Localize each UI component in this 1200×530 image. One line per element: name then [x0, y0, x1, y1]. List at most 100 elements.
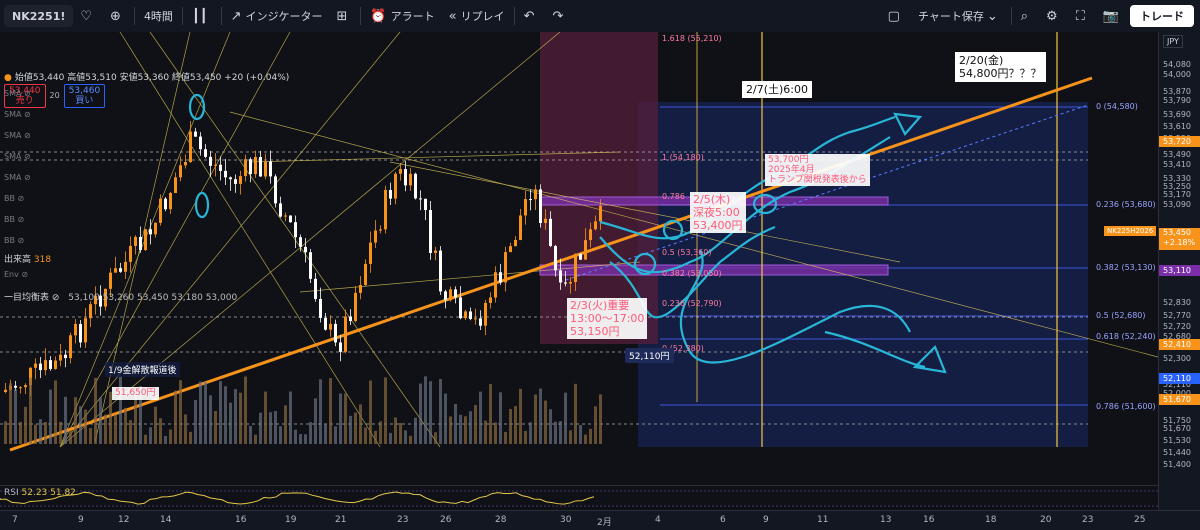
annotation-feb20[interactable]: 2/20(金) 54,800円？？？ — [955, 52, 1046, 82]
fullscreen-button[interactable]: ⛶ — [1069, 0, 1096, 32]
trade-button[interactable]: トレード — [1130, 5, 1194, 27]
redo-icon: ↷ — [552, 8, 564, 24]
candle-body — [394, 173, 397, 199]
bb-indicator-2[interactable]: BB ⊘ — [4, 215, 24, 224]
time-axis-label: 26 — [440, 515, 452, 525]
volume-bar — [104, 414, 107, 444]
fib-right-0382-label: 0.382 (53,130) — [1096, 263, 1156, 272]
volume-bar — [599, 394, 602, 444]
candle-body — [419, 198, 422, 200]
price-axis-label: 51,400 — [1163, 460, 1191, 469]
save-chart-button[interactable]: チャート保存 ⌄ — [911, 0, 1009, 32]
search-icon: ⌕ — [1020, 8, 1029, 24]
price-axis[interactable]: JPY 54,080 54,000 53,870 53,790 53,690 53,610… — [1158, 32, 1200, 510]
divider — [1010, 7, 1012, 25]
candle-body — [234, 179, 237, 184]
redo-button[interactable]: ↷ — [545, 0, 574, 32]
volume-bar — [379, 421, 382, 444]
volume-bar — [54, 380, 57, 444]
candle-body — [409, 173, 412, 186]
candle-body — [519, 215, 522, 240]
volume-bar — [89, 428, 92, 444]
interval-button[interactable]: 4時間 — [137, 0, 180, 32]
sma-indicator-3[interactable]: SMA ⊘ — [4, 131, 31, 140]
candle-body — [414, 173, 417, 199]
sma-indicator-5[interactable]: SMA ⊘ — [4, 173, 31, 182]
volume-bar — [39, 419, 42, 444]
bb-indicator-3[interactable]: BB ⊘ — [4, 236, 24, 245]
candle-body — [159, 198, 162, 223]
candle-body — [19, 387, 22, 389]
symbol-label: NK2251! — [12, 9, 66, 23]
volume-bar — [64, 396, 67, 444]
sma-indicator-2[interactable]: SMA ⊘ — [4, 110, 31, 119]
indicators-button[interactable]: ↗ インジケーター — [224, 0, 330, 32]
templates-button[interactable]: ⊞ — [330, 0, 359, 32]
chart-type-button[interactable]: ┃┃ — [185, 0, 219, 32]
chart-pane[interactable]: ● 始値53,440 高値53,510 安値53,360 終値53,450 +20… — [0, 32, 1158, 510]
annotation-feb7[interactable]: 2/7(土)6:00 — [742, 81, 812, 98]
symbol-search-button[interactable]: NK2251! — [4, 5, 74, 27]
buy-button[interactable]: 53,460 買い — [63, 83, 106, 108]
candle-body — [454, 289, 457, 298]
env-indicator[interactable]: Env ⊘ — [4, 270, 28, 279]
time-axis[interactable]: 7 9 12 14 16 19 21 23 26 28 30 2月 4 6 9 11 13 16 18 20 23 25 — [0, 510, 1200, 530]
candle-body — [284, 215, 287, 217]
volume-bar — [159, 418, 162, 444]
settings-button[interactable]: ⚙ — [1039, 0, 1069, 32]
sma-indicator-1[interactable]: SMA ⊘ — [4, 89, 31, 98]
ichimoku-indicator[interactable]: 一目均衡表 ⊘ 53,100 53,260 53,450 53,180 53,0… — [4, 290, 237, 303]
volume-bar — [324, 423, 327, 444]
candle-body — [589, 229, 592, 241]
annotation-tariff[interactable]: 53,700円 2025年4月 トランプ関税発表後から — [765, 154, 870, 186]
annotation-jan9-price[interactable]: 51,650円 — [112, 387, 159, 400]
candle-body — [539, 189, 542, 224]
candle-body — [249, 159, 252, 175]
volume-indicator[interactable]: 出来高 318 — [4, 252, 51, 265]
annotation-jan9[interactable]: 1/9金解散報道後 — [105, 362, 180, 377]
compare-add-icon[interactable]: ⊕ — [103, 0, 132, 32]
favorite-icon[interactable]: ♡ — [73, 0, 103, 32]
alert-button[interactable]: ⏰ アラート — [363, 0, 441, 32]
price-chart-canvas[interactable] — [0, 32, 1158, 510]
time-axis-label: 14 — [160, 515, 172, 525]
candle-body — [479, 318, 482, 326]
quick-search-button[interactable]: ⌕ — [1014, 0, 1039, 32]
divider — [181, 7, 183, 25]
volume-bar — [79, 406, 82, 444]
annotation-feb3[interactable]: 2/3(火)重要 13:00〜17:00 53,150円 — [567, 298, 648, 339]
volume-bar — [124, 407, 127, 444]
volume-bar — [589, 428, 592, 444]
volume-bar — [354, 412, 357, 444]
candle-body — [354, 292, 357, 322]
volume-bar — [389, 432, 392, 444]
replay-button[interactable]: «リプレイ — [442, 0, 512, 32]
candle-body — [49, 360, 52, 369]
volume-bar — [514, 406, 517, 444]
volume-bar — [454, 404, 457, 444]
candle-body — [199, 136, 202, 150]
currency-selector[interactable]: JPY — [1163, 35, 1183, 48]
rsi-pane[interactable]: RSI 52.23 51.82 — [0, 485, 1158, 510]
volume-bar — [484, 420, 487, 444]
snapshot-button[interactable]: 📷 — [1096, 0, 1130, 32]
sma-label: SMA — [4, 110, 22, 119]
candle-body — [179, 165, 182, 178]
feb7-text: 2/7(土)6:00 — [746, 83, 808, 96]
volume-bar — [134, 394, 137, 444]
undo-button[interactable]: ↶ — [517, 0, 546, 32]
layout-button[interactable]: ▢ — [881, 0, 911, 32]
sma-indicator-4[interactable]: SMA ⊘ — [4, 152, 31, 161]
price-axis-label: 53,870 — [1163, 87, 1191, 96]
volume-bar — [534, 394, 537, 444]
bb-indicator-1[interactable]: BB ⊘ — [4, 194, 24, 203]
volume-bar — [364, 427, 367, 444]
candle-body — [89, 304, 92, 319]
candle-body — [339, 342, 342, 352]
price-axis-label: 53,090 — [1163, 200, 1191, 209]
annotation-feb5[interactable]: 2/5(木) 深夜5:00 53,400円 — [690, 192, 746, 233]
time-axis-label: 23 — [1082, 515, 1094, 525]
trade-label: トレード — [1140, 10, 1184, 23]
candle-body — [224, 170, 227, 178]
volume-bar — [264, 391, 267, 444]
